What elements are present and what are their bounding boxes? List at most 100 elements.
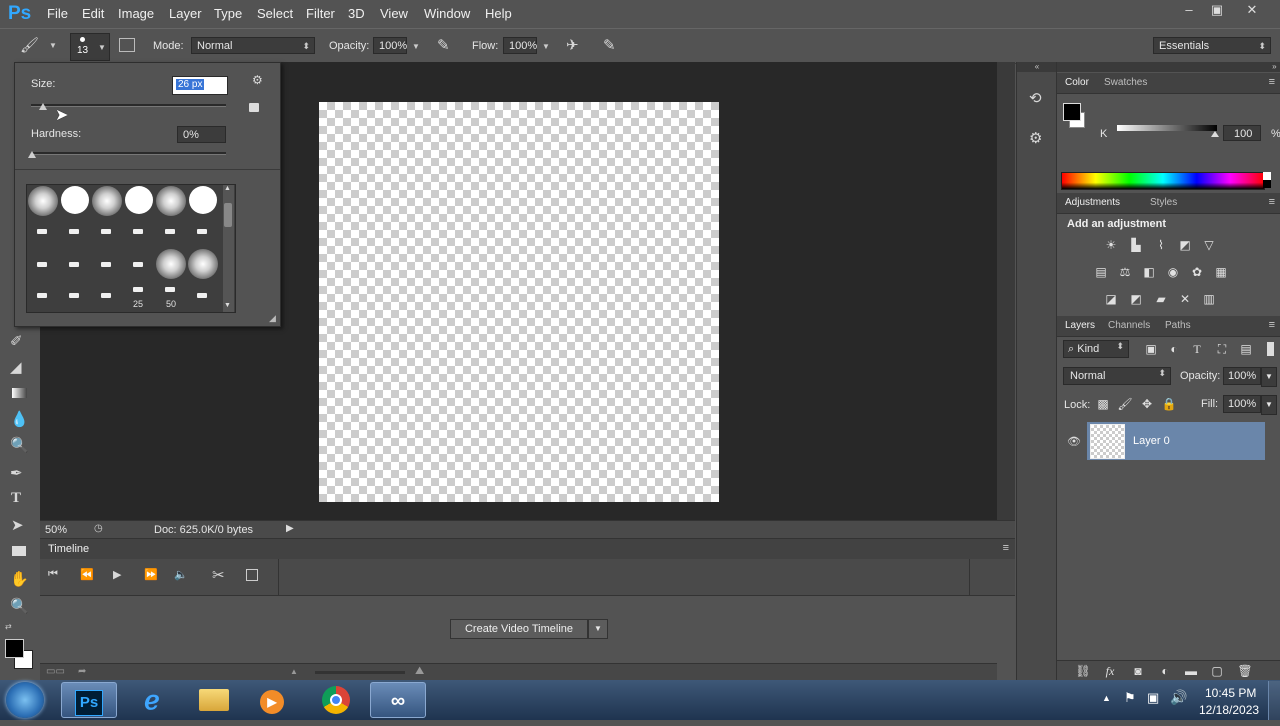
- tab-swatches[interactable]: Swatches: [1104, 77, 1147, 88]
- next-frame-icon[interactable]: ⏩: [144, 568, 158, 581]
- hand-icon[interactable]: ✋: [10, 570, 29, 588]
- k-channel-slider[interactable]: [1117, 125, 1217, 131]
- pressure-opacity-icon[interactable]: ✎: [437, 36, 450, 54]
- menu-image[interactable]: Image: [118, 6, 154, 21]
- workspace-select[interactable]: Essentials ⬍: [1153, 37, 1271, 54]
- play-icon[interactable]: ▶: [113, 568, 121, 581]
- airbrush-icon[interactable]: ✈: [566, 36, 579, 54]
- vertical-scrollbar[interactable]: [997, 62, 1015, 520]
- new-layer-icon[interactable]: ▢: [1209, 664, 1225, 678]
- tab-layers[interactable]: Layers: [1065, 320, 1095, 331]
- hue-saturation-icon[interactable]: ⚖: [1117, 265, 1133, 279]
- trash-icon[interactable]: 🗑: [1237, 664, 1253, 678]
- panel-menu-icon[interactable]: ≡: [1269, 319, 1275, 331]
- show-desktop-button[interactable]: [1268, 681, 1280, 720]
- properties-panel-icon[interactable]: ⚙: [1029, 129, 1042, 147]
- layer-row-layer-0[interactable]: Layer 0: [1087, 422, 1265, 460]
- hard-round-brush[interactable]: [125, 186, 153, 214]
- brush-tip[interactable]: [133, 229, 143, 234]
- black-ramp-swatch[interactable]: [1263, 180, 1271, 188]
- opacity-dropdown-icon[interactable]: ▼: [1261, 367, 1277, 387]
- timeline-type-dropdown-icon[interactable]: ▼: [588, 619, 608, 639]
- panel-menu-icon[interactable]: ≡: [1003, 542, 1009, 554]
- posterize-icon[interactable]: ◩: [1128, 292, 1144, 306]
- scroll-down-icon[interactable]: ▼: [224, 302, 231, 309]
- filter-smart-object-icon[interactable]: ▤: [1238, 342, 1254, 356]
- opacity-dropdown-icon[interactable]: ▼: [412, 42, 420, 51]
- brush-tip[interactable]: [101, 229, 111, 234]
- tab-color[interactable]: Color: [1065, 77, 1089, 88]
- menu-layer[interactable]: Layer: [169, 6, 202, 21]
- type-tool-icon[interactable]: T: [11, 490, 21, 507]
- brush-tip[interactable]: [133, 262, 143, 267]
- media-player-icon[interactable]: ▶: [244, 682, 300, 718]
- infinity-app-icon[interactable]: ∞: [370, 682, 426, 718]
- audio-icon[interactable]: 🔈: [174, 568, 188, 581]
- chrome-icon[interactable]: [308, 682, 364, 718]
- curves-icon[interactable]: ⌇: [1153, 238, 1169, 252]
- menu-view[interactable]: View: [380, 6, 408, 21]
- brush-tip[interactable]: [133, 287, 143, 292]
- collapse-dock-icon[interactable]: «: [1017, 62, 1057, 72]
- network-icon[interactable]: ▣: [1147, 690, 1159, 706]
- gradient-fill-icon[interactable]: ▥: [1201, 292, 1217, 306]
- eraser-icon[interactable]: ◢: [10, 358, 22, 376]
- brush-tip[interactable]: [165, 229, 175, 234]
- soft-round-brush[interactable]: [156, 186, 186, 216]
- taskbar-date[interactable]: 12/18/2023: [1199, 703, 1259, 717]
- size-input[interactable]: 26 px: [172, 76, 228, 95]
- new-preset-icon[interactable]: [249, 103, 259, 112]
- hardness-input[interactable]: 0%: [177, 126, 226, 143]
- brush-tool-icon[interactable]: 🖌: [20, 36, 39, 54]
- history-panel-icon[interactable]: ⟲: [1029, 89, 1042, 107]
- scroll-thumb[interactable]: [224, 203, 232, 227]
- opacity-input[interactable]: 100%: [373, 37, 407, 54]
- zoom-level[interactable]: 50%: [45, 524, 67, 536]
- levels-icon[interactable]: ▙: [1128, 238, 1144, 252]
- taskbar-photoshop-icon[interactable]: Ps: [61, 682, 117, 718]
- scissors-icon[interactable]: ✂: [212, 566, 225, 584]
- vibrance-icon[interactable]: ▤: [1093, 265, 1109, 279]
- zoom-icon[interactable]: 🔍: [10, 597, 29, 615]
- menu-type[interactable]: Type: [214, 6, 242, 21]
- timeline-zoom-slider[interactable]: [315, 671, 405, 674]
- fill-dropdown-icon[interactable]: ▼: [1261, 395, 1277, 415]
- menu-window[interactable]: Window: [424, 6, 470, 21]
- hard-round-brush[interactable]: [61, 186, 89, 214]
- show-hidden-icons-icon[interactable]: ▲: [1102, 693, 1111, 703]
- scroll-up-icon[interactable]: ▲: [224, 185, 231, 192]
- blur-drop-icon[interactable]: 💧: [10, 410, 29, 428]
- render-icon[interactable]: ➦: [78, 666, 86, 677]
- minimize-button[interactable]: –: [1175, 2, 1203, 20]
- flow-dropdown-icon[interactable]: ▼: [542, 42, 550, 51]
- brush-grid-scrollbar[interactable]: ▲ ▼: [223, 185, 234, 312]
- brush-tip[interactable]: [69, 262, 79, 267]
- status-menu-arrow-icon[interactable]: ▶: [286, 523, 294, 534]
- filter-pixel-icon[interactable]: ▣: [1143, 342, 1159, 356]
- convert-frame-icon[interactable]: ▭▭: [46, 666, 65, 677]
- filter-type-icon[interactable]: T: [1189, 342, 1205, 356]
- threshold-icon[interactable]: ▰: [1153, 292, 1169, 306]
- tab-channels[interactable]: Channels: [1108, 320, 1150, 331]
- close-button[interactable]: ✕: [1238, 2, 1266, 20]
- link-layers-icon[interactable]: ⛓: [1075, 664, 1091, 678]
- tab-adjustments[interactable]: Adjustments: [1065, 197, 1120, 208]
- lock-transparent-icon[interactable]: ▩: [1095, 397, 1111, 411]
- menu-filter[interactable]: Filter: [306, 6, 335, 21]
- internet-explorer-icon[interactable]: ℯ: [124, 682, 180, 718]
- lock-all-icon[interactable]: 🔒: [1161, 397, 1177, 411]
- zoom-out-icon[interactable]: ▲: [290, 667, 298, 676]
- brush-tip[interactable]: [37, 229, 47, 234]
- brush-tip[interactable]: [197, 229, 207, 234]
- color-lookup-icon[interactable]: ▦: [1213, 265, 1229, 279]
- history-brush-icon[interactable]: ✐: [10, 332, 23, 350]
- layer-style-fx-icon[interactable]: fx: [1102, 664, 1118, 678]
- panel-menu-icon[interactable]: ≡: [1269, 196, 1275, 208]
- black-white-icon[interactable]: ◉: [1165, 265, 1181, 279]
- soft-round-brush[interactable]: [28, 186, 58, 216]
- brush-tip[interactable]: [69, 229, 79, 234]
- pressure-size-icon[interactable]: ✎: [603, 36, 616, 54]
- brightness-contrast-icon[interactable]: ☀: [1103, 238, 1119, 252]
- brush-tip[interactable]: [165, 287, 175, 292]
- resize-grip-icon[interactable]: ◢: [269, 313, 276, 324]
